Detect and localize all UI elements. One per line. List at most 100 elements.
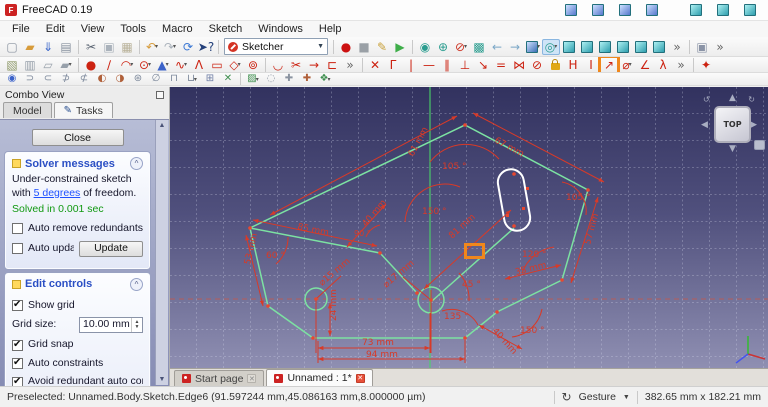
restore-internal-geometry[interactable]: ⊛ <box>129 73 147 85</box>
select-origin[interactable]: ∅ <box>147 73 165 85</box>
dropdown-arrow-icon[interactable]: ▾ <box>148 61 151 68</box>
view-right[interactable] <box>614 39 632 55</box>
close-tab-icon[interactable]: ✕ <box>355 373 365 383</box>
dof-link[interactable]: 5 degrees <box>34 187 81 199</box>
constraint-distance[interactable]: ↗ <box>598 57 620 72</box>
create-point[interactable]: ● <box>82 57 100 72</box>
constraint-tangent[interactable]: ↘ <box>474 57 492 72</box>
auto-update-checkbox[interactable] <box>12 243 23 255</box>
import-links[interactable] <box>714 2 732 18</box>
external-geometry[interactable]: ⊏ <box>323 57 341 72</box>
remove-axes-alignment[interactable]: ✕ <box>219 73 237 85</box>
leave-sketch[interactable]: ▧ <box>3 57 21 72</box>
create-rectangle[interactable]: ▭ <box>208 57 226 72</box>
textured-view[interactable]: ▩ <box>470 39 488 55</box>
dropdown-arrow-icon[interactable]: ▾ <box>256 76 259 83</box>
nav-arrow-down-icon[interactable]: ▼ <box>729 145 736 154</box>
tab-unnamed-document[interactable]: Unnamed : 1* ✕ <box>266 369 373 386</box>
save-file[interactable]: ⇓ <box>39 39 57 55</box>
grid-size-spinbox[interactable]: 10.00 mm ▲ ▼ <box>79 317 143 334</box>
constraint-horizontal[interactable]: — <box>420 57 438 72</box>
menu-view[interactable]: View <box>73 23 113 35</box>
solver-messages-header[interactable]: Solver messages ^ <box>12 155 143 173</box>
reorient-sketch[interactable]: ▰ ▾ <box>57 57 75 72</box>
close-shape[interactable]: ⊃ <box>21 73 39 85</box>
create-bspline[interactable]: ∿ ▾ <box>172 57 190 72</box>
constraint-equal[interactable]: = <box>492 57 510 72</box>
cut[interactable]: ✂ <box>82 39 100 55</box>
macro-record[interactable]: ● <box>337 39 355 55</box>
3d-viewport[interactable]: 85 mm 61 mm 67 mm 105 ° 105 ° 150 ° 60 °… <box>170 87 768 368</box>
create-arc[interactable]: ◠ ▾ <box>118 57 136 72</box>
dropdown-arrow-icon[interactable]: ▾ <box>184 61 187 68</box>
macro-stop[interactable]: ■ <box>355 39 373 55</box>
dropdown-arrow-icon[interactable]: ▾ <box>238 61 241 68</box>
dropdown-arrow-icon[interactable]: ▾ <box>629 61 632 68</box>
nav-cube-top-face[interactable]: TOP <box>714 106 751 143</box>
select-elements[interactable]: ⊄ <box>75 73 93 85</box>
nav-rotate-cw-icon[interactable]: ↻ <box>748 96 755 104</box>
show-hide-circular-helper[interactable]: ✚ <box>280 73 298 85</box>
axonometric-view[interactable]: ▾ <box>524 39 542 55</box>
constraint-diameter[interactable]: ⌀ ▾ <box>618 57 636 72</box>
select-horizontal-axis[interactable]: ⊓ <box>165 73 183 85</box>
select-redundant-constraints[interactable]: ◐ <box>93 73 111 85</box>
dropdown-arrow-icon[interactable]: ▾ <box>464 43 467 50</box>
view-top[interactable] <box>596 39 614 55</box>
dropdown-arrow-icon[interactable]: ▾ <box>537 43 540 50</box>
extend-edge[interactable]: → <box>305 57 323 72</box>
show-hide-internal-geometry[interactable]: ✚ <box>298 73 316 85</box>
symmetry-tool[interactable]: ⊞ <box>201 73 219 85</box>
menu-help[interactable]: Help <box>311 23 350 35</box>
constraint-angle[interactable]: ∠ <box>636 57 654 72</box>
auto-remove-redundants-checkbox[interactable] <box>12 223 23 235</box>
toolbar-overflow-3[interactable]: » <box>672 57 690 72</box>
menu-windows[interactable]: Windows <box>250 23 311 35</box>
nav-arrow-right-icon[interactable]: ▶ <box>750 121 757 130</box>
select-constraints[interactable]: ⊅ <box>57 73 75 85</box>
close-button[interactable]: Close <box>31 129 124 146</box>
view-sketch[interactable]: ▥ <box>21 57 39 72</box>
constraint-parallel[interactable]: ∥ <box>438 57 456 72</box>
redo[interactable]: ↷ ▾ <box>161 39 179 55</box>
toggle-reference-constraint[interactable]: ◌ <box>262 73 280 85</box>
constraint-vertical-distance[interactable]: I <box>582 57 600 72</box>
view-front[interactable] <box>578 39 596 55</box>
toolbar-overflow[interactable]: » <box>668 39 686 55</box>
close-tab-icon[interactable]: ✕ <box>247 374 257 383</box>
view-isometric[interactable] <box>560 39 578 55</box>
constraint-block[interactable]: ⊘ <box>528 57 546 72</box>
menu-file[interactable]: File <box>4 23 38 35</box>
dropdown-arrow-icon[interactable]: ▾ <box>166 61 169 68</box>
fit-selection[interactable]: ⊕ <box>434 39 452 55</box>
select-conflicting-constraints[interactable]: ◑ <box>111 73 129 85</box>
whats-this[interactable]: ➤? <box>197 39 215 55</box>
menu-macro[interactable]: Macro <box>154 23 201 35</box>
show-grid-checkbox[interactable] <box>12 298 23 311</box>
dropdown-arrow-icon[interactable]: ▾ <box>130 61 133 68</box>
view-bottom[interactable] <box>650 39 668 55</box>
create-group[interactable] <box>589 2 607 18</box>
toggle-virtual-space[interactable]: ❖ ▾ <box>316 73 334 85</box>
chevron-down-icon[interactable]: ▼ <box>623 394 630 401</box>
spinner-arrows-icon[interactable]: ▲ ▼ <box>131 318 142 333</box>
dock-overlay[interactable]: ▣ <box>693 39 711 55</box>
tab-tasks[interactable]: ✎ Tasks <box>53 102 113 118</box>
workbench-selector[interactable]: Sketcher ▼ <box>224 38 328 55</box>
replace-with-link[interactable] <box>687 2 705 18</box>
create-slot[interactable]: ⊚ <box>244 57 262 72</box>
zoom-tool[interactable]: ◎ ▾ <box>542 38 560 55</box>
toolbar-overflow[interactable]: » <box>341 57 359 72</box>
macro-execute[interactable]: ▶ <box>391 39 409 55</box>
constraint-lock[interactable] <box>546 57 564 72</box>
view-rear[interactable] <box>632 39 650 55</box>
toolbar-overflow-2[interactable]: » <box>711 39 729 55</box>
constraint-horizontal-distance[interactable]: H <box>564 57 582 72</box>
draw-style[interactable]: ⊘ ▾ <box>452 39 470 55</box>
sketch-canvas[interactable]: 85 mm 61 mm 67 mm 105 ° 105 ° 150 ° 60 °… <box>170 87 768 368</box>
paste[interactable]: ▦ <box>118 39 136 55</box>
create-part[interactable] <box>562 2 580 18</box>
dropdown-arrow-icon[interactable]: ▾ <box>155 43 158 50</box>
tab-start-page[interactable]: Start page ✕ <box>174 370 265 386</box>
menu-sketch[interactable]: Sketch <box>201 23 251 35</box>
